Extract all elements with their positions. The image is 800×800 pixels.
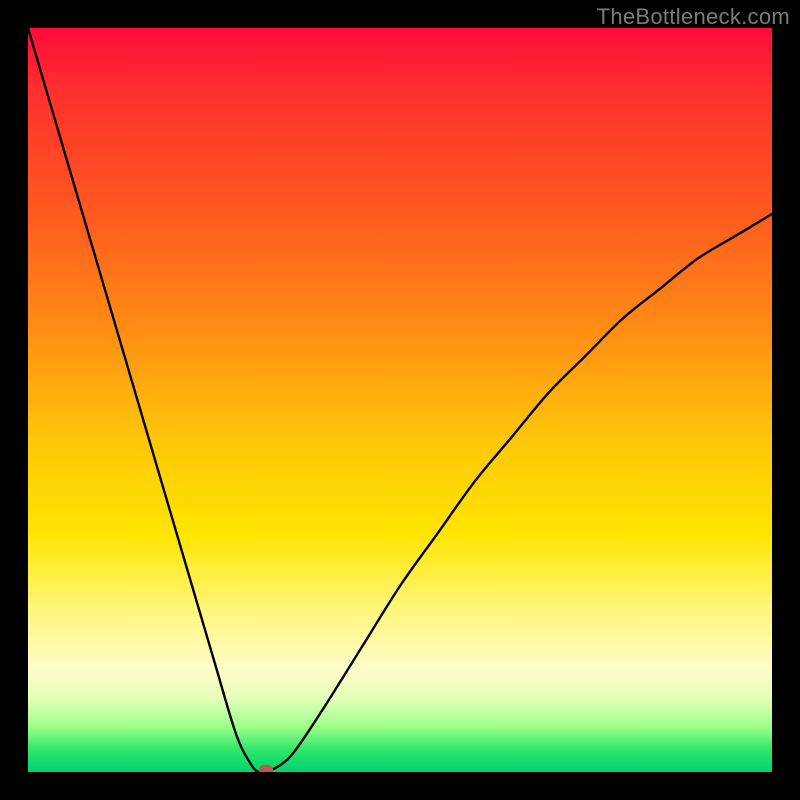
optimum-marker <box>259 765 273 772</box>
plot-area <box>28 28 772 772</box>
bottleneck-curve <box>28 28 772 772</box>
chart-frame: TheBottleneck.com <box>0 0 800 800</box>
watermark-text: TheBottleneck.com <box>597 4 790 30</box>
